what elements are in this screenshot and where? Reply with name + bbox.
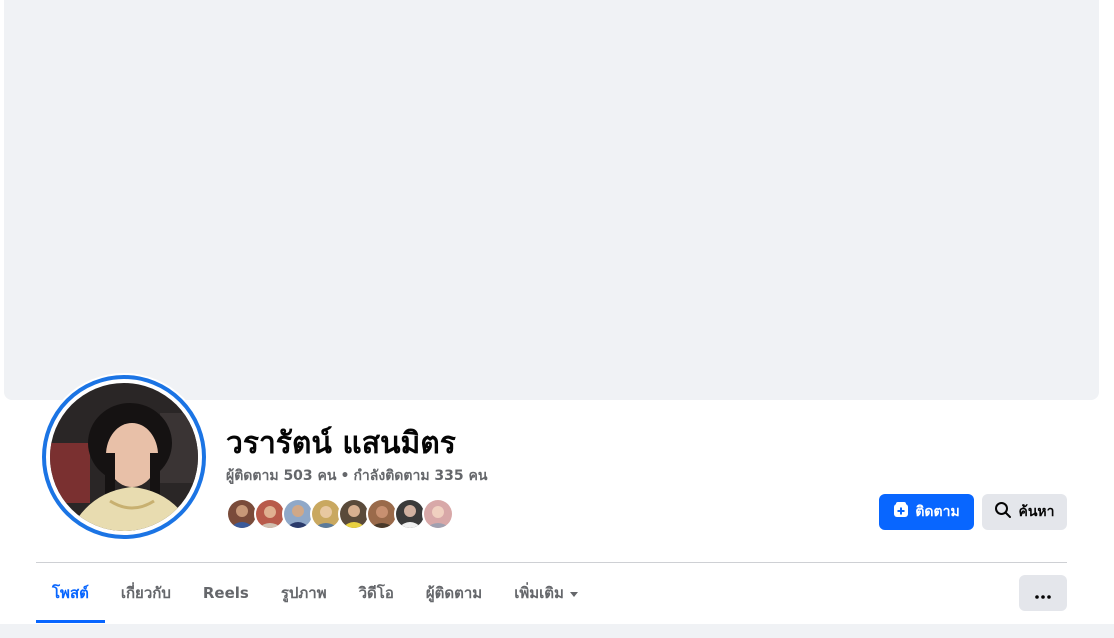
tab-label: ผู้ติดตาม [425,584,483,602]
follow-button[interactable]: ติดตาม [879,494,974,530]
cover-photo[interactable] [4,0,1099,400]
profile-avatar[interactable] [40,373,208,541]
caret-down-icon [569,591,578,597]
stats-separator: • [340,468,350,484]
tab-more[interactable]: เพิ่มเติม [498,563,594,623]
followers-count[interactable]: ผู้ติดตาม 503 คน [226,468,336,484]
tab-label: โพสต์ [52,584,89,602]
tab-videos[interactable]: วิดีโอ [343,563,410,623]
profile-page: วรารัตน์ แสนมิตร ผู้ติดตาม 503 คน • กำลังต… [0,0,1114,638]
follow-icon [893,502,909,522]
tab-photos[interactable]: รูปภาพ [265,563,343,623]
more-options-button[interactable] [1019,575,1067,611]
feed-background [0,624,1114,638]
tab-label: เกี่ยวกับ [120,584,171,602]
search-button[interactable]: ค้นหา [982,494,1067,530]
search-icon [994,501,1012,523]
tab-about[interactable]: เกี่ยวกับ [105,563,187,623]
tab-label: รูปภาพ [280,584,327,602]
tab-label: วิดีโอ [358,584,394,602]
follow-label: ติดตาม [915,504,960,520]
friend-avatar-icon[interactable] [422,498,454,530]
tab-label: เพิ่มเติม [514,584,564,602]
tab-label: Reels [202,584,249,602]
tab-reels[interactable]: Reels [187,563,265,623]
profile-name: วรารัตน์ แสนมิตร [226,426,456,461]
tab-followers[interactable]: ผู้ติดตาม [410,563,498,623]
following-count[interactable]: กำลังติดตาม 335 คน [353,468,487,484]
profile-photo-icon [50,383,198,531]
profile-tabs: โพสต์ เกี่ยวกับ Reels รูปภาพ วิดีโอ ผู้ต… [36,563,594,623]
search-label: ค้นหา [1018,504,1055,520]
follow-stats: ผู้ติดตาม 503 คน • กำลังติดตาม 335 คน [226,466,487,486]
tab-posts[interactable]: โพสต์ [36,563,105,623]
friend-avatars [226,498,454,530]
ellipsis-icon [1035,584,1051,603]
